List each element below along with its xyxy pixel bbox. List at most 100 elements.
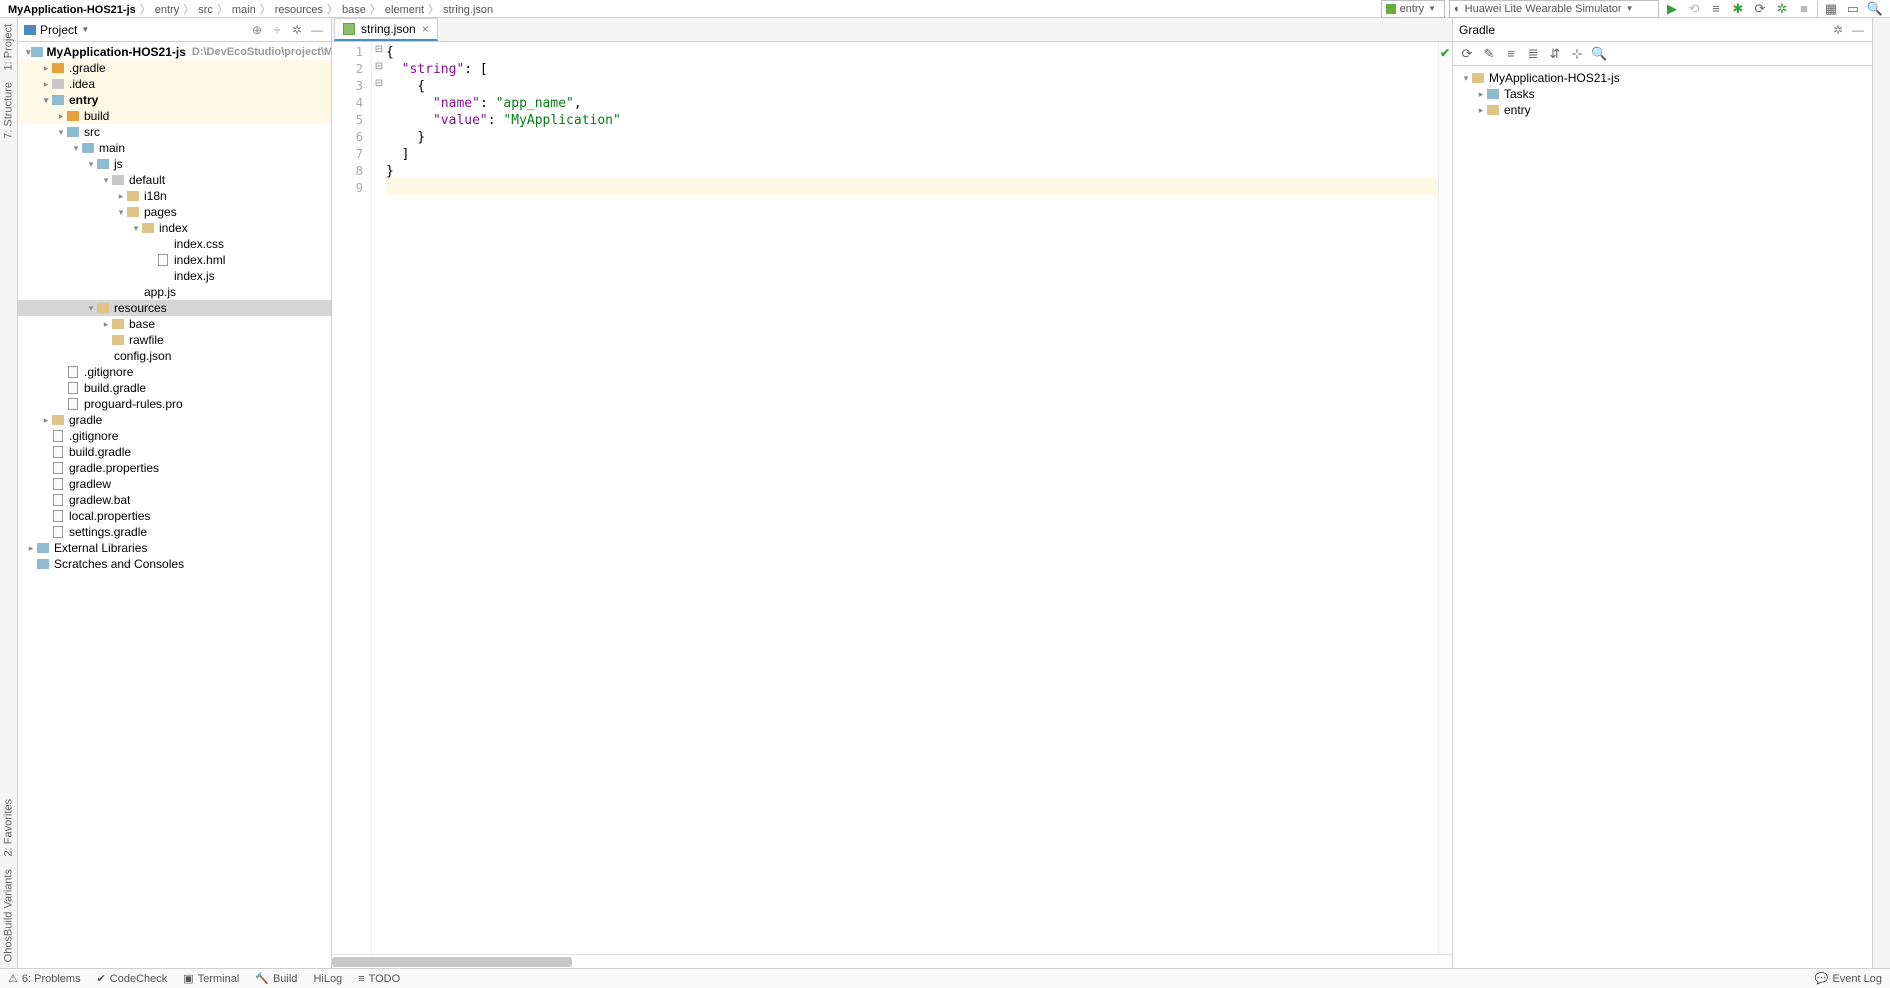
tree-item[interactable]: .gitignore <box>18 364 331 380</box>
codecheck-button[interactable]: ✔ CodeCheck <box>97 972 168 985</box>
offline-icon[interactable]: ⊹ <box>1569 46 1585 62</box>
code-line[interactable] <box>386 180 1438 197</box>
tree-item[interactable]: default <box>18 172 331 188</box>
hide-icon[interactable]: — <box>309 23 325 37</box>
tree-item[interactable]: gradlew <box>18 476 331 492</box>
project-tool-button[interactable]: 1: Project <box>0 18 17 76</box>
attach-icon[interactable]: ✎ <box>1481 46 1497 62</box>
collapse-icon[interactable]: ÷ <box>269 23 285 37</box>
expand-arrow-icon[interactable] <box>86 159 96 170</box>
build-button[interactable]: 🔨 Build <box>255 972 297 985</box>
expand-arrow-icon[interactable] <box>101 175 111 186</box>
tree-item[interactable]: Scratches and Consoles <box>18 556 331 572</box>
tree-item[interactable]: index.js <box>18 268 331 284</box>
code-line[interactable]: { <box>386 44 1438 61</box>
tab-string-json[interactable]: string.json × <box>334 18 438 41</box>
terminal-button[interactable]: ▣ Terminal <box>183 972 239 985</box>
tree-item[interactable]: resources <box>18 300 331 316</box>
tree-item[interactable]: entry <box>18 92 331 108</box>
code-line[interactable]: } <box>386 163 1438 180</box>
fold-marker-icon[interactable]: ⊟ <box>372 78 386 95</box>
tree-item[interactable]: MyApplication-HOS21-js <box>1457 70 1868 86</box>
attach-debugger-icon[interactable]: ≡ <box>1707 0 1725 18</box>
expand-arrow-icon[interactable] <box>56 111 66 122</box>
event-log-button[interactable]: 💬 Event Log <box>1815 972 1882 985</box>
editor-horizontal-scrollbar[interactable] <box>332 954 1452 968</box>
problems-button[interactable]: ⚠ 6: Problems <box>8 972 81 985</box>
breadcrumb-segment[interactable]: main <box>230 4 258 16</box>
breadcrumb-segment[interactable]: MyApplication-HOS21-js <box>6 4 138 16</box>
expand-arrow-icon[interactable] <box>1461 73 1471 84</box>
tree-item[interactable]: Tasks <box>1457 86 1868 102</box>
gradle-search-icon[interactable]: 🔍 <box>1591 46 1607 62</box>
tree-item[interactable]: rawfile <box>18 332 331 348</box>
project-tree[interactable]: MyApplication-HOS21-jsD:\DevEcoStudio\pr… <box>18 42 331 968</box>
run-icon[interactable]: ▶ <box>1663 0 1681 18</box>
expand-arrow-icon[interactable] <box>41 79 51 90</box>
code-line[interactable]: { <box>386 78 1438 95</box>
tree-item[interactable]: index.hml <box>18 252 331 268</box>
tree-item[interactable]: gradle.properties <box>18 460 331 476</box>
gradle-settings-icon[interactable]: ✲ <box>1830 23 1846 37</box>
tree-item[interactable]: gradlew.bat <box>18 492 331 508</box>
expand-arrow-icon[interactable] <box>41 95 51 106</box>
tree-item[interactable]: local.properties <box>18 508 331 524</box>
editor-body[interactable]: 123456789 ⊟⊟⊟ { "string": [ { "name": "a… <box>332 42 1452 954</box>
hilog-button[interactable]: HiLog <box>313 973 342 985</box>
debug-icon[interactable]: ✱ <box>1729 0 1747 18</box>
collapse-all-icon[interactable]: ≣ <box>1525 46 1541 62</box>
profile-icon[interactable]: ✲ <box>1773 0 1791 18</box>
tree-item[interactable]: build.gradle <box>18 380 331 396</box>
expand-arrow-icon[interactable] <box>26 543 36 554</box>
tree-item[interactable]: config.json <box>18 348 331 364</box>
tree-item[interactable]: proguard-rules.pro <box>18 396 331 412</box>
tree-item[interactable]: index.css <box>18 236 331 252</box>
favorites-tool-button[interactable]: 2: Favorites <box>0 793 17 862</box>
fold-marker-icon[interactable]: ⊟ <box>372 44 386 61</box>
expand-arrow-icon[interactable] <box>101 319 111 330</box>
tree-item[interactable]: build <box>18 108 331 124</box>
expand-arrow-icon[interactable] <box>71 143 81 154</box>
run-config-combo[interactable]: entry ▼ <box>1381 0 1445 18</box>
code-line[interactable]: "name": "app_name", <box>386 95 1438 112</box>
tree-item[interactable]: .idea <box>18 76 331 92</box>
expand-arrow-icon[interactable] <box>41 415 51 426</box>
tree-item[interactable]: .gitignore <box>18 428 331 444</box>
expand-arrow-icon[interactable] <box>131 223 141 234</box>
code-line[interactable]: ] <box>386 146 1438 163</box>
expand-arrow-icon[interactable] <box>86 303 96 314</box>
breadcrumb-segment[interactable]: src <box>196 4 215 16</box>
coverage-icon[interactable]: ⟳ <box>1751 0 1769 18</box>
tree-item[interactable]: i18n <box>18 188 331 204</box>
expand-icon[interactable]: ≡ <box>1503 46 1519 61</box>
show-deps-icon[interactable]: ⇵ <box>1547 46 1563 62</box>
tree-item[interactable]: entry <box>1457 102 1868 118</box>
tree-item[interactable]: base <box>18 316 331 332</box>
code-content[interactable]: { "string": [ { "name": "app_name", "val… <box>386 42 1438 954</box>
expand-arrow-icon[interactable] <box>116 191 126 202</box>
tree-item[interactable]: External Libraries <box>18 540 331 556</box>
breadcrumb-segment[interactable]: string.json <box>441 4 495 16</box>
code-line[interactable]: "string": [ <box>386 61 1438 78</box>
refresh-icon[interactable]: ⟳ <box>1459 46 1475 62</box>
tree-item[interactable]: settings.gradle <box>18 524 331 540</box>
breadcrumb-segment[interactable]: resources <box>273 4 325 16</box>
project-structure-icon[interactable]: ▦ <box>1822 0 1840 18</box>
breadcrumb-segment[interactable]: base <box>340 4 368 16</box>
search-everywhere-icon[interactable]: 🔍 <box>1866 0 1884 18</box>
panel-title[interactable]: Project <box>40 23 77 37</box>
device-combo[interactable]: ◐ Huawei Lite Wearable Simulator ▼ <box>1449 0 1659 18</box>
expand-arrow-icon[interactable] <box>1476 105 1486 116</box>
fold-gutter[interactable]: ⊟⊟⊟ <box>372 42 386 954</box>
todo-button[interactable]: ≡ TODO <box>358 973 400 985</box>
settings-icon[interactable]: ✲ <box>289 23 305 37</box>
fold-marker-icon[interactable]: ⊟ <box>372 61 386 78</box>
breadcrumb-segment[interactable]: entry <box>153 4 181 16</box>
expand-arrow-icon[interactable] <box>116 207 126 218</box>
tree-item[interactable]: src <box>18 124 331 140</box>
gradle-tree[interactable]: MyApplication-HOS21-jsTasksentry <box>1453 66 1872 122</box>
tree-item[interactable]: index <box>18 220 331 236</box>
code-line[interactable]: } <box>386 129 1438 146</box>
ohosbuild-tool-button[interactable]: OhosBuild Variants <box>0 863 17 968</box>
tree-item[interactable]: app.js <box>18 284 331 300</box>
